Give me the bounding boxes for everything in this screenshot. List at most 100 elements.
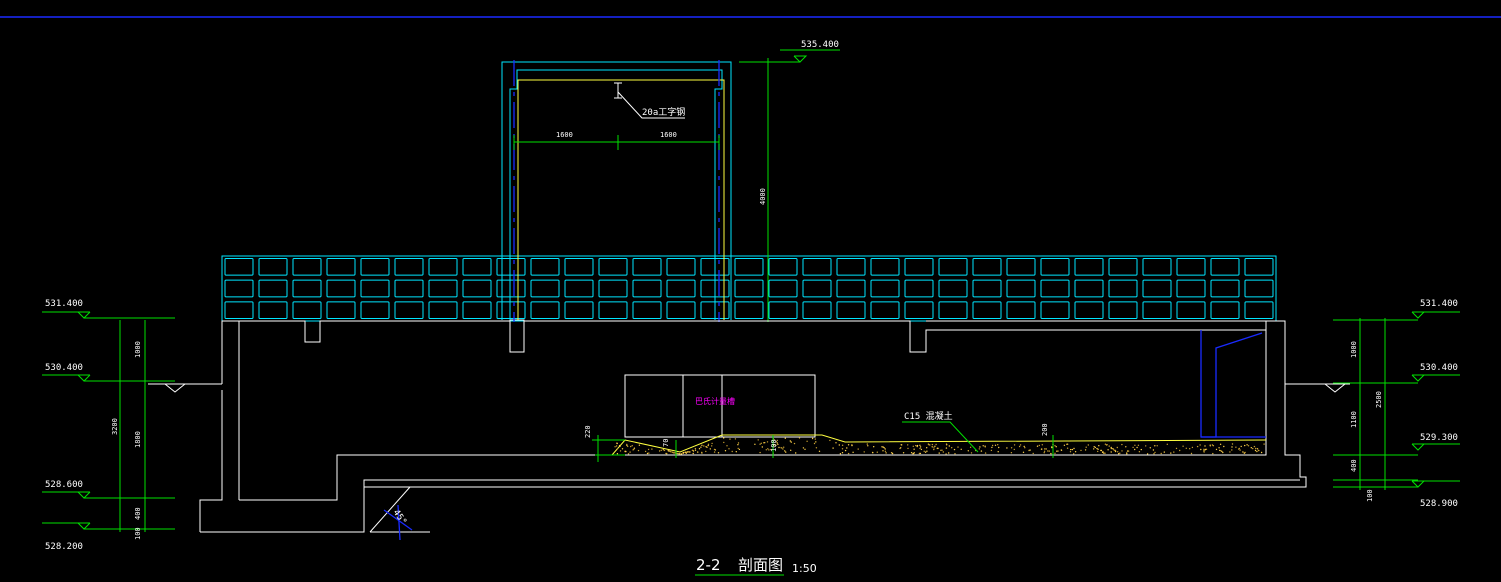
grating-cell [530, 301, 560, 320]
grating-cell [258, 258, 288, 276]
grating-cell [666, 258, 696, 276]
concrete-speckle [1069, 451, 1072, 453]
concrete-speckle [1254, 449, 1257, 452]
concrete-speckle [701, 452, 703, 454]
concrete-speckle [979, 446, 981, 448]
concrete-speckle [1073, 453, 1075, 455]
parshall-flume [624, 374, 816, 438]
concrete-speckle [931, 446, 934, 448]
concrete-speckle [631, 445, 633, 447]
concrete-speckle [735, 451, 737, 453]
elevation-left-528-2-label: 528.200 [45, 542, 83, 552]
concrete-speckle [737, 447, 739, 450]
concrete-speckle [1154, 451, 1156, 454]
concrete-speckle [857, 448, 859, 450]
concrete-speckle [933, 448, 935, 451]
concrete-speckle [900, 444, 902, 446]
concrete-speckle [630, 445, 632, 448]
concrete-speckle [902, 452, 905, 454]
grating-cell [1142, 258, 1172, 276]
grating-cell [1074, 301, 1104, 320]
concrete-speckle [851, 444, 853, 447]
concrete-speckle [1175, 447, 1178, 450]
grating-cell [462, 258, 492, 276]
grating-cell [428, 301, 458, 320]
grating-cell [292, 258, 322, 276]
grating-cell [870, 301, 900, 320]
dim-frame-height: 4000 [759, 188, 767, 205]
concrete-speckle [1018, 445, 1021, 448]
concrete-speckle [1136, 446, 1138, 449]
elevation-right-531-label: 531.400 [1420, 299, 1458, 309]
concrete-speckle [734, 438, 737, 440]
concrete-speckle [1085, 446, 1087, 448]
concrete-speckle [1185, 447, 1188, 449]
dim-70: 70 [662, 439, 670, 447]
concrete-speckle [637, 449, 640, 452]
concrete-speckle [885, 452, 887, 454]
concrete-speckle [781, 447, 783, 449]
concrete-speckle [1212, 452, 1214, 455]
concrete-speckle [998, 446, 1000, 449]
concrete-speckle [759, 443, 761, 445]
grating-cell [734, 279, 764, 298]
drawing-title-prefix: 2-2 [696, 556, 721, 574]
concrete-speckle [798, 437, 801, 439]
grating-cell [904, 279, 934, 298]
concrete-speckle [846, 447, 848, 449]
grating-cell [564, 301, 594, 320]
concrete-speckle [945, 453, 947, 455]
concrete-speckle [738, 448, 741, 451]
concrete-speckle [728, 448, 730, 450]
dim-100: 100 [770, 439, 778, 452]
concrete-speckle [967, 450, 969, 452]
dim-right-400: 400 [1350, 459, 1358, 472]
concrete-speckle [899, 447, 901, 450]
concrete-speckle [1191, 446, 1194, 449]
concrete-speckle [737, 444, 739, 446]
concrete-speckle [1054, 452, 1056, 454]
grating-cell [666, 279, 696, 298]
concrete-speckle [1117, 451, 1119, 453]
concrete-speckle [883, 447, 885, 449]
concrete-speckle [1145, 445, 1147, 447]
concrete-speckle [997, 444, 999, 446]
concrete-speckle [621, 448, 624, 450]
concrete-speckle [1056, 450, 1058, 452]
concrete-speckle [616, 453, 619, 455]
concrete-speckle [766, 441, 769, 443]
concrete-speckle [711, 445, 713, 447]
concrete-speckle [761, 446, 763, 448]
grating-cell [496, 301, 526, 320]
concrete-speckle [991, 446, 993, 449]
grating-cell [1210, 258, 1240, 276]
concrete-speckle [1013, 444, 1016, 446]
grating-cell [1244, 258, 1274, 276]
gate [1200, 330, 1266, 438]
grating-cell [564, 279, 594, 298]
concrete-speckle [1212, 445, 1215, 447]
concrete-speckle [1156, 445, 1158, 447]
grating-cell [870, 279, 900, 298]
concrete-speckle [806, 440, 808, 442]
grating-cell [258, 279, 288, 298]
elevation-left-528-6-label: 528.600 [45, 480, 83, 490]
concrete-speckle [1111, 448, 1113, 450]
concrete-speckle [847, 444, 850, 446]
concrete-speckle [1221, 450, 1223, 453]
concrete-speckle [644, 450, 647, 453]
concrete-speckle [707, 443, 710, 445]
grating-cell [734, 258, 764, 276]
concrete-speckle [1114, 449, 1116, 452]
concrete-speckle [1244, 444, 1246, 447]
grating-cell [360, 301, 390, 320]
concrete-speckle [953, 448, 956, 451]
concrete-speckle [1223, 445, 1225, 448]
concrete-speckle [1134, 444, 1136, 446]
concrete-speckle [666, 453, 668, 455]
concrete-speckle [1140, 448, 1143, 451]
dim-left-1000: 1000 [134, 341, 142, 358]
concrete-speckle [927, 443, 930, 445]
concrete-speckle [916, 444, 919, 447]
concrete-speckle [1043, 452, 1045, 454]
